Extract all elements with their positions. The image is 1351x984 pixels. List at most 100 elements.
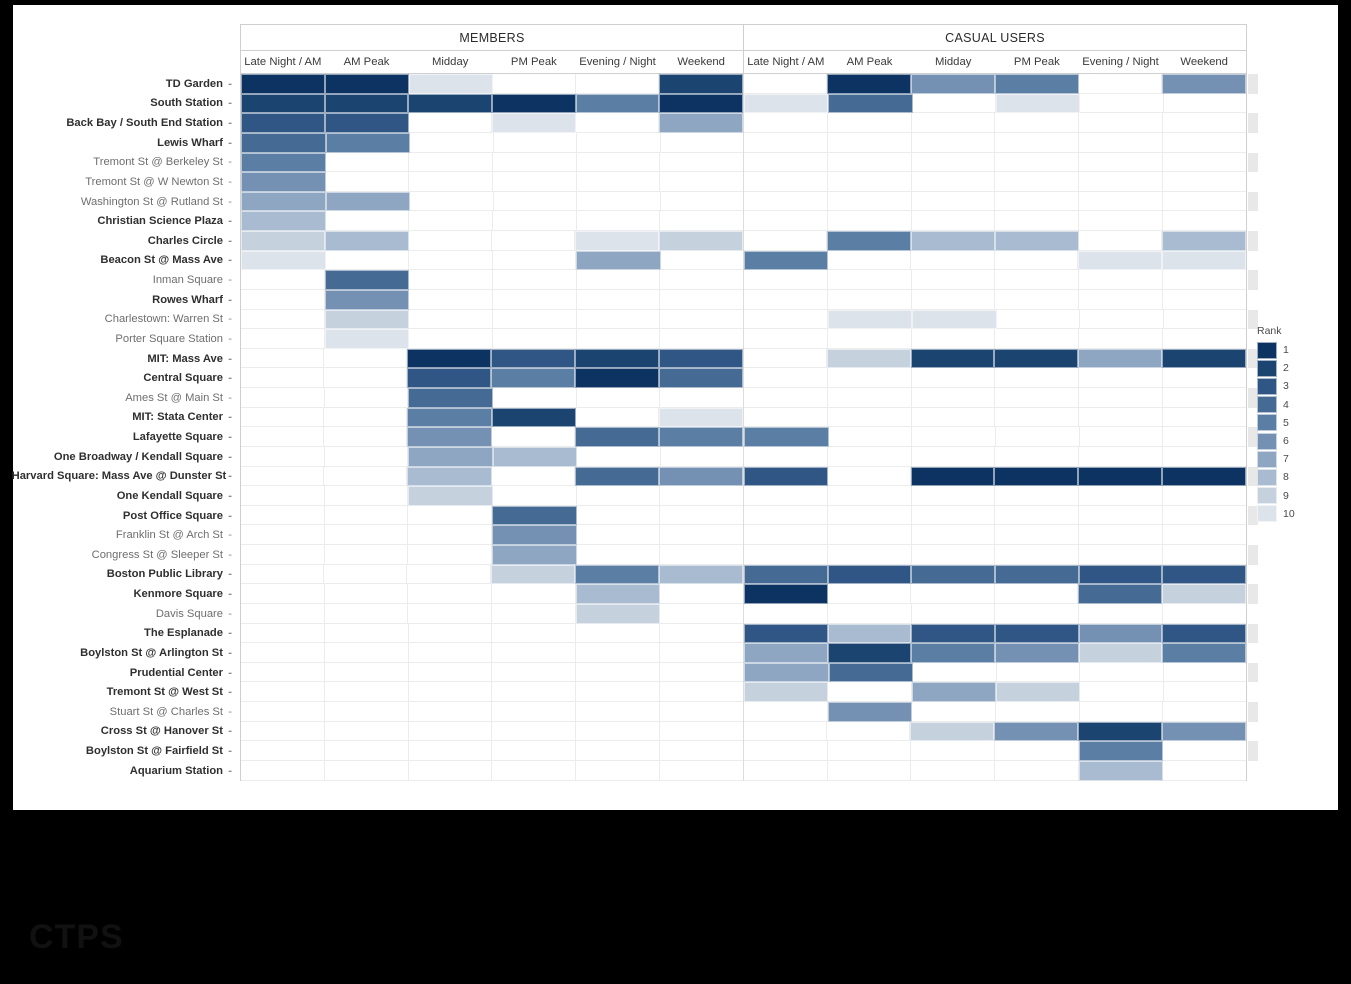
heatmap-cell[interactable]: [576, 270, 661, 290]
heatmap-cell[interactable]: [659, 348, 743, 369]
heatmap-cell[interactable]: [408, 525, 493, 545]
heatmap-cell[interactable]: [575, 603, 661, 624]
heatmap-cell[interactable]: [658, 564, 744, 585]
heatmap-cell[interactable]: [492, 662, 577, 683]
heatmap-cell[interactable]: [744, 211, 828, 231]
heatmap-cell[interactable]: [575, 368, 659, 388]
heatmap-cell[interactable]: [324, 721, 409, 742]
heatmap-cell[interactable]: [493, 309, 577, 330]
heatmap-cell[interactable]: [910, 721, 994, 742]
heatmap-cell[interactable]: [744, 407, 828, 428]
heatmap-cell[interactable]: [407, 466, 492, 487]
heatmap-cell[interactable]: [911, 270, 996, 290]
heatmap-cell[interactable]: [324, 270, 410, 290]
heatmap-cell[interactable]: [576, 172, 661, 192]
heatmap-cell[interactable]: [1078, 760, 1164, 781]
heatmap-cell[interactable]: [407, 348, 491, 369]
heatmap-cell[interactable]: [995, 486, 1080, 506]
heatmap-cell[interactable]: [1162, 623, 1247, 644]
heatmap-cell[interactable]: [995, 93, 1081, 114]
heatmap-cell[interactable]: [241, 466, 325, 487]
legend-item[interactable]: 1: [1245, 341, 1315, 359]
heatmap-cell[interactable]: [1078, 741, 1164, 761]
heatmap-cell[interactable]: [827, 505, 912, 526]
heatmap-cell[interactable]: [1078, 643, 1163, 663]
heatmap-cell[interactable]: [912, 702, 997, 722]
heatmap-cell[interactable]: [576, 250, 661, 271]
heatmap-cell[interactable]: [996, 702, 1080, 722]
heatmap-cell[interactable]: [744, 564, 828, 585]
heatmap-cell[interactable]: [827, 172, 912, 192]
heatmap-cell[interactable]: [911, 486, 996, 506]
heatmap-cell[interactable]: [827, 760, 912, 781]
heatmap-cell[interactable]: [493, 211, 577, 231]
heatmap-cell[interactable]: [1163, 290, 1246, 310]
heatmap-cell[interactable]: [744, 584, 829, 604]
heatmap-cell[interactable]: [827, 74, 911, 94]
heatmap-cell[interactable]: [409, 172, 494, 192]
heatmap-cell[interactable]: [1079, 446, 1164, 467]
heatmap-cell[interactable]: [241, 93, 325, 114]
heatmap-cell[interactable]: [1163, 94, 1246, 114]
heatmap-cell[interactable]: [827, 407, 912, 428]
heatmap-cell[interactable]: [994, 721, 1078, 742]
heatmap-cell[interactable]: [492, 623, 577, 644]
heatmap-cell[interactable]: [1162, 74, 1246, 94]
heatmap-cell[interactable]: [1078, 466, 1163, 487]
heatmap-cell[interactable]: [995, 191, 1080, 212]
heatmap-cell[interactable]: [995, 231, 1079, 251]
heatmap-cell[interactable]: [911, 329, 996, 349]
heatmap-cell[interactable]: [241, 407, 325, 428]
heatmap-cell[interactable]: [241, 682, 325, 702]
heatmap-cell[interactable]: [911, 388, 996, 408]
heatmap-cell[interactable]: [1163, 525, 1246, 545]
heatmap-cell[interactable]: [911, 741, 996, 761]
heatmap-cell[interactable]: [827, 270, 912, 290]
heatmap-cell[interactable]: [1163, 545, 1246, 565]
heatmap-cell[interactable]: [1078, 721, 1162, 742]
heatmap-cell[interactable]: [241, 760, 325, 781]
heatmap-cell[interactable]: [324, 329, 410, 349]
heatmap-cell[interactable]: [911, 584, 995, 604]
heatmap-cell[interactable]: [1079, 74, 1162, 94]
heatmap-cell[interactable]: [324, 427, 408, 447]
heatmap-cell[interactable]: [410, 191, 494, 212]
heatmap-cell[interactable]: [241, 329, 325, 349]
heatmap-cell[interactable]: [241, 132, 326, 153]
heatmap-cell[interactable]: [744, 113, 828, 133]
heatmap-cell[interactable]: [490, 564, 575, 585]
heatmap-cell[interactable]: [744, 388, 828, 408]
heatmap-cell[interactable]: [241, 172, 326, 192]
heatmap-cell[interactable]: [660, 663, 743, 683]
heatmap-cell[interactable]: [408, 584, 493, 604]
heatmap-cell[interactable]: [241, 211, 326, 231]
heatmap-cell[interactable]: [1163, 153, 1246, 173]
heatmap-cell[interactable]: [491, 368, 575, 388]
heatmap-cell[interactable]: [324, 525, 409, 545]
heatmap-cell[interactable]: [660, 192, 743, 212]
heatmap-cell[interactable]: [324, 623, 409, 644]
heatmap-cell[interactable]: [911, 132, 996, 153]
heatmap-cell[interactable]: [744, 545, 828, 565]
heatmap-cell[interactable]: [493, 329, 577, 349]
heatmap-cell[interactable]: [1079, 289, 1164, 310]
heatmap-cell[interactable]: [409, 152, 494, 173]
heatmap-cell[interactable]: [408, 486, 494, 506]
heatmap-cell[interactable]: [1163, 113, 1246, 133]
heatmap-cell[interactable]: [995, 505, 1080, 526]
heatmap-cell[interactable]: [660, 211, 744, 231]
heatmap-cell[interactable]: [324, 603, 409, 624]
heatmap-cell[interactable]: [995, 760, 1079, 781]
heatmap-cell[interactable]: [492, 93, 576, 114]
heatmap-cell[interactable]: [1079, 211, 1164, 231]
heatmap-cell[interactable]: [1077, 250, 1162, 271]
heatmap-cell[interactable]: [408, 388, 494, 408]
heatmap-cell[interactable]: [491, 427, 575, 447]
heatmap-cell[interactable]: [492, 760, 577, 781]
heatmap-cell[interactable]: [576, 289, 661, 310]
heatmap-cell[interactable]: [409, 231, 492, 251]
heatmap-cell[interactable]: [324, 662, 409, 683]
heatmap-cell[interactable]: [660, 506, 744, 526]
heatmap-cell[interactable]: [492, 446, 577, 467]
heatmap-cell[interactable]: [1163, 447, 1246, 467]
